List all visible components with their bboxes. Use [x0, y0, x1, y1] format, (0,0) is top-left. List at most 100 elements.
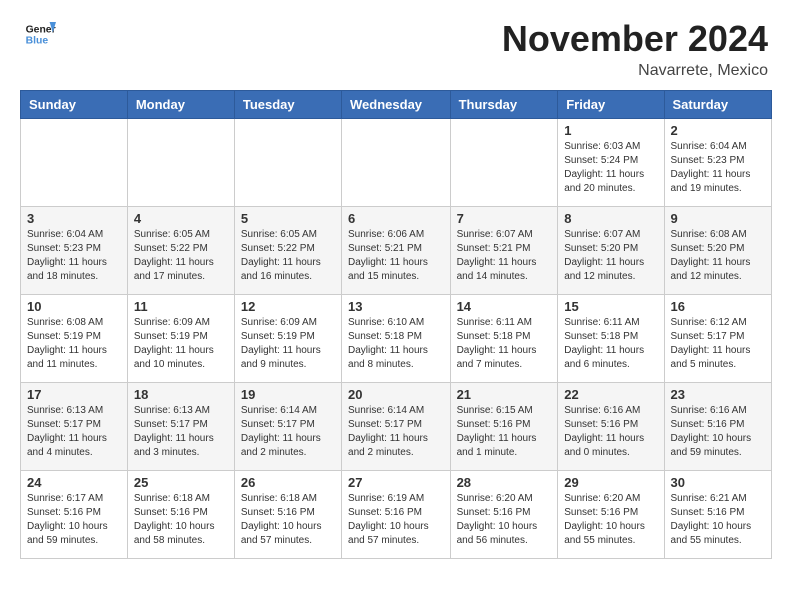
day-number: 17: [27, 387, 121, 402]
day-info: Sunrise: 6:09 AM Sunset: 5:19 PM Dayligh…: [241, 316, 335, 372]
day-number: 13: [348, 299, 444, 314]
day-cell: 5 Sunrise: 6:05 AM Sunset: 5:22 PM Daylig…: [234, 207, 341, 295]
day-cell: 24Sunrise: 6:17 AM Sunset: 5:16 PM Dayli…: [21, 471, 128, 559]
header-wednesday: Wednesday: [342, 91, 451, 119]
month-title: November 2024: [502, 18, 768, 60]
day-cell: 10Sunrise: 6:08 AM Sunset: 5:19 PM Dayli…: [21, 295, 128, 383]
header: General Blue November 2024 Navarrete, Me…: [0, 0, 792, 90]
day-cell: 13 Sunrise: 6:10 AM Sunset: 5:18 PM Dayli…: [342, 295, 451, 383]
day-info: Sunrise: 6:18 AM Sunset: 5:16 PM Dayligh…: [241, 492, 335, 548]
day-info: Sunrise: 6:17 AM Sunset: 5:16 PM Dayligh…: [27, 492, 121, 548]
logo: General Blue: [24, 18, 56, 50]
day-number: 21: [457, 387, 552, 402]
week-row-3: 17 Sunrise: 6:13 AM Sunset: 5:17 PM Dayli…: [21, 383, 772, 471]
day-number: 28: [457, 475, 552, 490]
location-subtitle: Navarrete, Mexico: [502, 62, 768, 80]
day-cell: [342, 119, 451, 207]
header-thursday: Thursday: [450, 91, 558, 119]
header-sunday: Sunday: [21, 91, 128, 119]
week-row-0: 1Sunrise: 6:03 AM Sunset: 5:24 PM Daylig…: [21, 119, 772, 207]
day-number: 3: [27, 211, 121, 226]
day-number: 7: [457, 211, 552, 226]
header-saturday: Saturday: [664, 91, 771, 119]
day-info: Sunrise: 6:05 AM Sunset: 5:22 PM Dayligh…: [241, 228, 335, 284]
day-number: 18: [134, 387, 228, 402]
day-info: Sunrise: 6:15 AM Sunset: 5:16 PM Dayligh…: [457, 404, 552, 460]
day-number: 30: [671, 475, 765, 490]
day-cell: 1Sunrise: 6:03 AM Sunset: 5:24 PM Daylig…: [558, 119, 664, 207]
day-info: Sunrise: 6:07 AM Sunset: 5:21 PM Dayligh…: [457, 228, 552, 284]
day-number: 10: [27, 299, 121, 314]
day-number: 27: [348, 475, 444, 490]
day-cell: 6Sunrise: 6:06 AM Sunset: 5:21 PM Daylig…: [342, 207, 451, 295]
day-number: 8: [564, 211, 657, 226]
day-cell: 14 Sunrise: 6:11 AM Sunset: 5:18 PM Dayli…: [450, 295, 558, 383]
day-number: 15: [564, 299, 657, 314]
header-friday: Friday: [558, 91, 664, 119]
day-cell: 20 Sunrise: 6:14 AM Sunset: 5:17 PM Dayli…: [342, 383, 451, 471]
day-number: 23: [671, 387, 765, 402]
day-info: Sunrise: 6:07 AM Sunset: 5:20 PM Dayligh…: [564, 228, 657, 284]
day-info: Sunrise: 6:10 AM Sunset: 5:18 PM Dayligh…: [348, 316, 444, 372]
day-info: Sunrise: 6:13 AM Sunset: 5:17 PM Dayligh…: [27, 404, 121, 460]
day-number: 29: [564, 475, 657, 490]
day-info: Sunrise: 6:21 AM Sunset: 5:16 PM Dayligh…: [671, 492, 765, 548]
day-cell: 27 Sunrise: 6:19 AM Sunset: 5:16 PM Dayli…: [342, 471, 451, 559]
day-info: Sunrise: 6:20 AM Sunset: 5:16 PM Dayligh…: [564, 492, 657, 548]
day-info: Sunrise: 6:14 AM Sunset: 5:17 PM Dayligh…: [348, 404, 444, 460]
day-cell: 29 Sunrise: 6:20 AM Sunset: 5:16 PM Dayli…: [558, 471, 664, 559]
day-info: Sunrise: 6:16 AM Sunset: 5:16 PM Dayligh…: [671, 404, 765, 460]
day-cell: 28 Sunrise: 6:20 AM Sunset: 5:16 PM Dayli…: [450, 471, 558, 559]
day-info: Sunrise: 6:19 AM Sunset: 5:16 PM Dayligh…: [348, 492, 444, 548]
day-cell: 16 Sunrise: 6:12 AM Sunset: 5:17 PM Dayli…: [664, 295, 771, 383]
day-number: 5: [241, 211, 335, 226]
day-cell: [21, 119, 128, 207]
day-number: 20: [348, 387, 444, 402]
day-number: 9: [671, 211, 765, 226]
day-cell: 7 Sunrise: 6:07 AM Sunset: 5:21 PM Daylig…: [450, 207, 558, 295]
day-info: Sunrise: 6:11 AM Sunset: 5:18 PM Dayligh…: [457, 316, 552, 372]
title-area: November 2024 Navarrete, Mexico: [502, 18, 768, 80]
day-cell: 30 Sunrise: 6:21 AM Sunset: 5:16 PM Dayli…: [664, 471, 771, 559]
day-info: Sunrise: 6:08 AM Sunset: 5:20 PM Dayligh…: [671, 228, 765, 284]
day-info: Sunrise: 6:03 AM Sunset: 5:24 PM Dayligh…: [564, 140, 657, 196]
day-number: 12: [241, 299, 335, 314]
day-number: 11: [134, 299, 228, 314]
day-info: Sunrise: 6:11 AM Sunset: 5:18 PM Dayligh…: [564, 316, 657, 372]
day-info: Sunrise: 6:04 AM Sunset: 5:23 PM Dayligh…: [27, 228, 121, 284]
day-info: Sunrise: 6:06 AM Sunset: 5:21 PM Dayligh…: [348, 228, 444, 284]
day-cell: 17 Sunrise: 6:13 AM Sunset: 5:17 PM Dayli…: [21, 383, 128, 471]
day-info: Sunrise: 6:20 AM Sunset: 5:16 PM Dayligh…: [457, 492, 552, 548]
day-info: Sunrise: 6:14 AM Sunset: 5:17 PM Dayligh…: [241, 404, 335, 460]
day-info: Sunrise: 6:18 AM Sunset: 5:16 PM Dayligh…: [134, 492, 228, 548]
week-row-1: 3 Sunrise: 6:04 AM Sunset: 5:23 PM Daylig…: [21, 207, 772, 295]
day-cell: 4 Sunrise: 6:05 AM Sunset: 5:22 PM Daylig…: [127, 207, 234, 295]
day-cell: 18 Sunrise: 6:13 AM Sunset: 5:17 PM Dayli…: [127, 383, 234, 471]
day-number: 16: [671, 299, 765, 314]
day-cell: 11Sunrise: 6:09 AM Sunset: 5:19 PM Dayli…: [127, 295, 234, 383]
day-cell: 22Sunrise: 6:16 AM Sunset: 5:16 PM Dayli…: [558, 383, 664, 471]
svg-text:Blue: Blue: [26, 36, 49, 47]
day-number: 25: [134, 475, 228, 490]
day-info: Sunrise: 6:12 AM Sunset: 5:17 PM Dayligh…: [671, 316, 765, 372]
day-number: 19: [241, 387, 335, 402]
day-number: 4: [134, 211, 228, 226]
calendar-header-row: SundayMondayTuesdayWednesdayThursdayFrid…: [21, 91, 772, 119]
day-number: 14: [457, 299, 552, 314]
week-row-4: 24Sunrise: 6:17 AM Sunset: 5:16 PM Dayli…: [21, 471, 772, 559]
calendar-wrapper: SundayMondayTuesdayWednesdayThursdayFrid…: [0, 90, 792, 569]
day-cell: [127, 119, 234, 207]
day-cell: 9 Sunrise: 6:08 AM Sunset: 5:20 PM Daylig…: [664, 207, 771, 295]
day-number: 2: [671, 123, 765, 138]
day-cell: 8 Sunrise: 6:07 AM Sunset: 5:20 PM Daylig…: [558, 207, 664, 295]
day-info: Sunrise: 6:13 AM Sunset: 5:17 PM Dayligh…: [134, 404, 228, 460]
day-cell: 2 Sunrise: 6:04 AM Sunset: 5:23 PM Daylig…: [664, 119, 771, 207]
day-info: Sunrise: 6:16 AM Sunset: 5:16 PM Dayligh…: [564, 404, 657, 460]
day-cell: 19 Sunrise: 6:14 AM Sunset: 5:17 PM Dayli…: [234, 383, 341, 471]
day-cell: 15 Sunrise: 6:11 AM Sunset: 5:18 PM Dayli…: [558, 295, 664, 383]
day-info: Sunrise: 6:04 AM Sunset: 5:23 PM Dayligh…: [671, 140, 765, 196]
day-cell: [450, 119, 558, 207]
header-monday: Monday: [127, 91, 234, 119]
day-cell: 26Sunrise: 6:18 AM Sunset: 5:16 PM Dayli…: [234, 471, 341, 559]
day-info: Sunrise: 6:05 AM Sunset: 5:22 PM Dayligh…: [134, 228, 228, 284]
